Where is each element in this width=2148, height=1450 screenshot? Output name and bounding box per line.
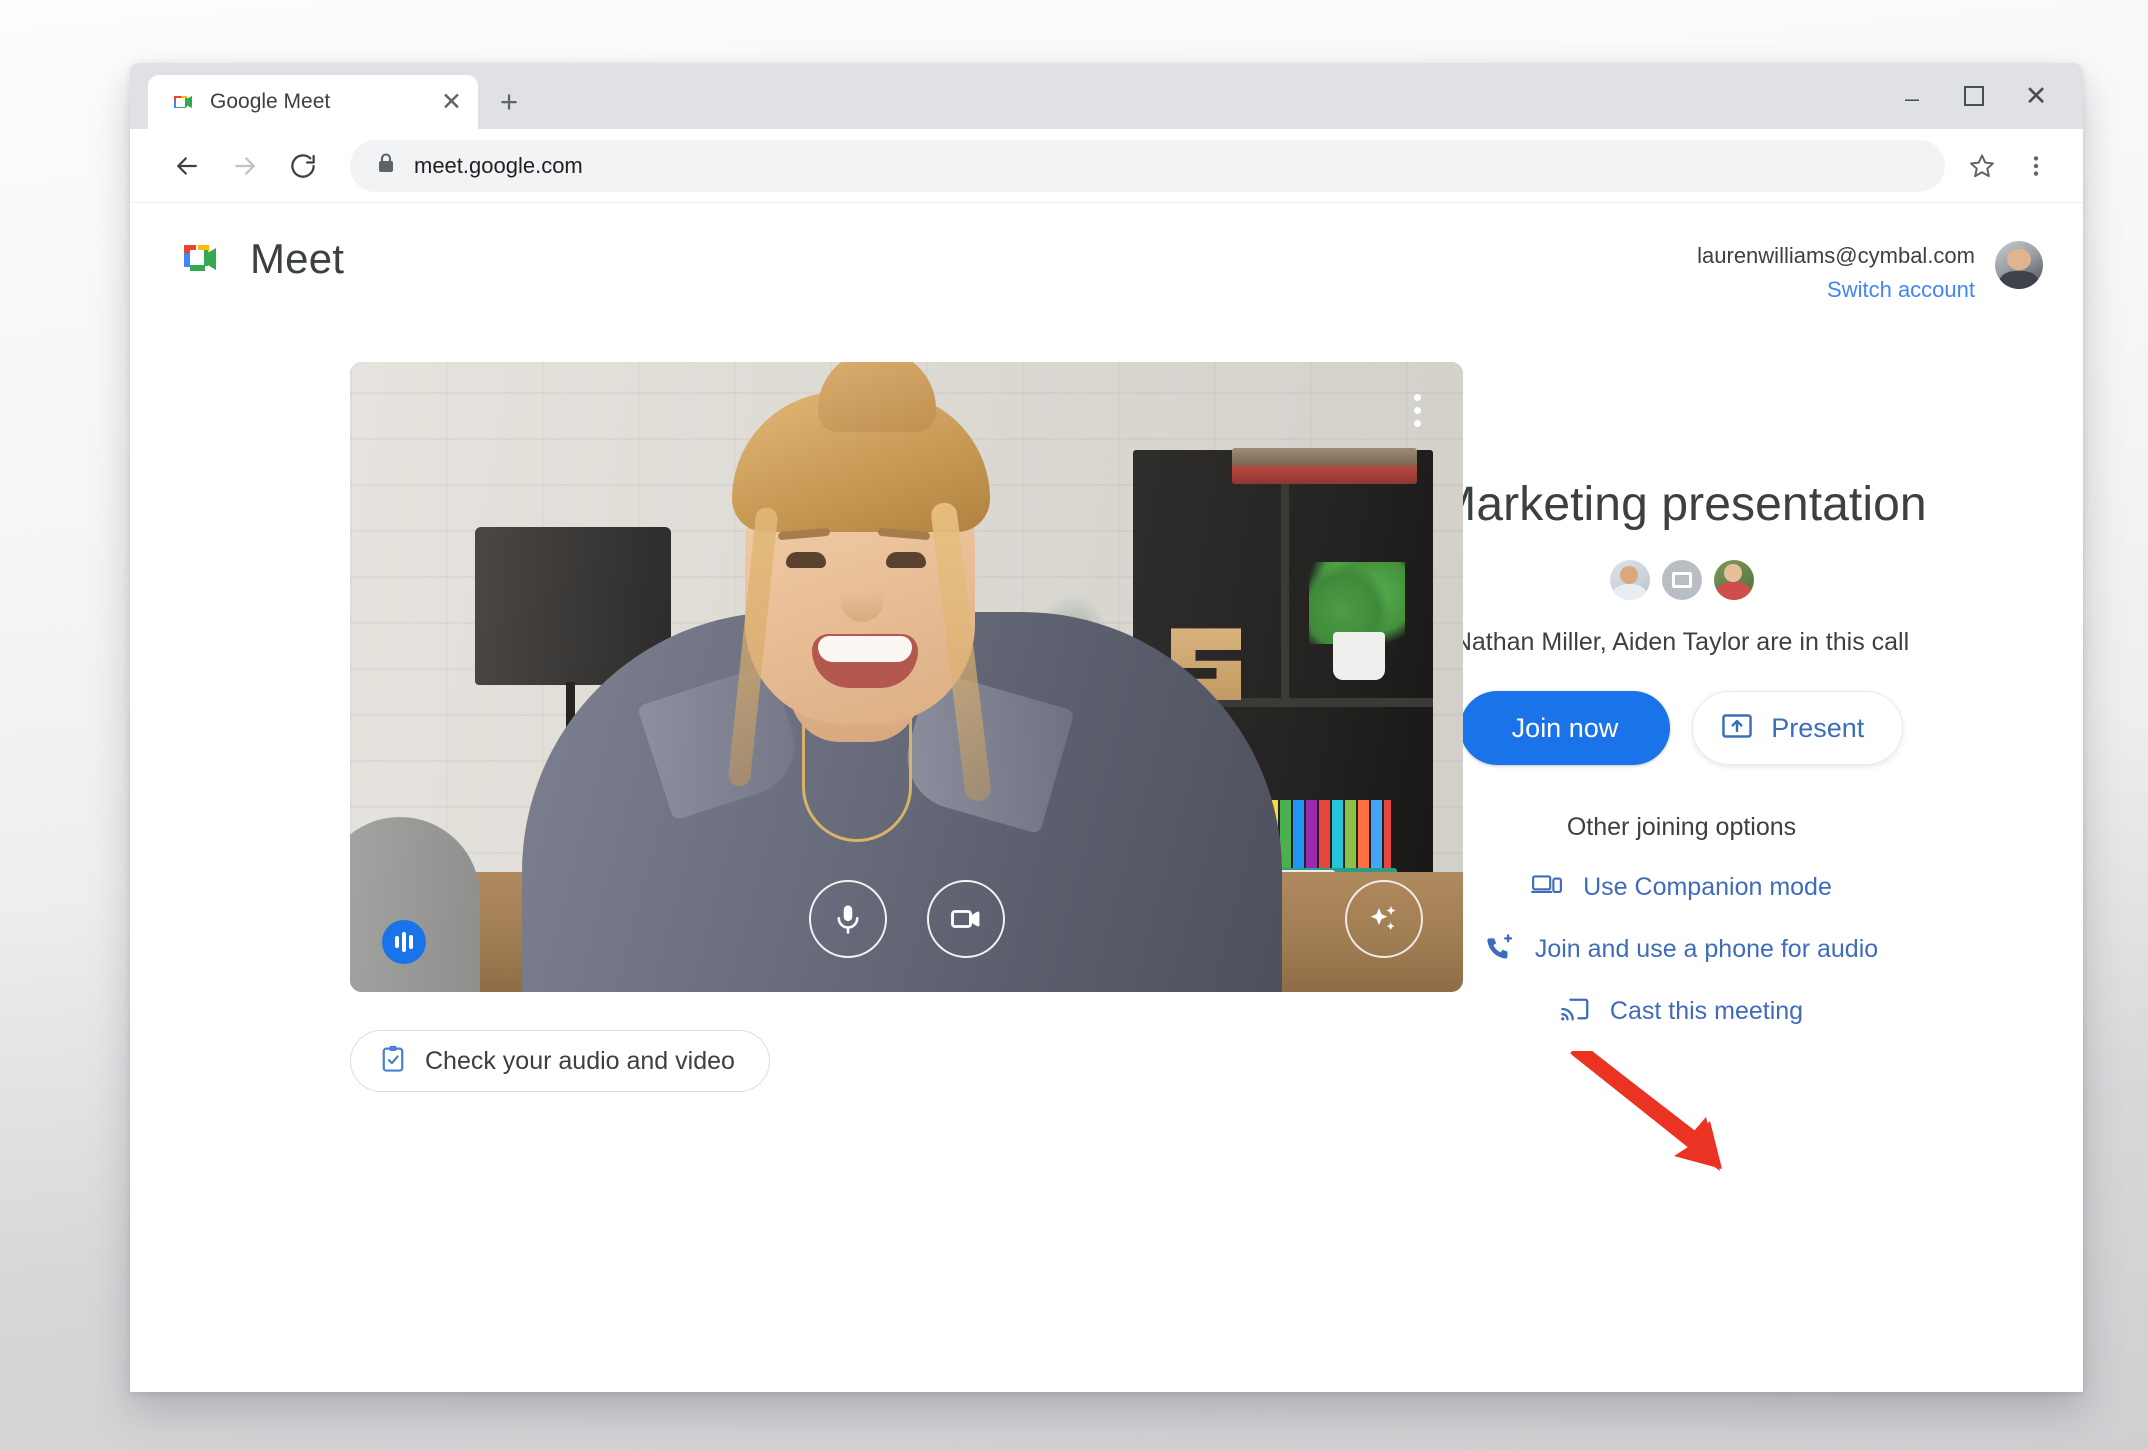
cast-icon xyxy=(1560,996,1590,1027)
forward-arrow-icon[interactable] xyxy=(216,137,274,195)
camera-toggle-button[interactable] xyxy=(926,880,1005,959)
reload-icon[interactable] xyxy=(274,137,332,195)
sparkle-effects-button[interactable] xyxy=(1345,880,1423,959)
url-text: meet.google.com xyxy=(414,152,583,178)
brand: Meet xyxy=(180,235,344,283)
account-email: laurenwilliams@cymbal.com xyxy=(1697,243,1975,268)
present-screen-icon xyxy=(1721,712,1753,745)
bookmark-star-icon[interactable] xyxy=(1955,139,2009,193)
present-label: Present xyxy=(1771,712,1865,743)
account-avatar[interactable] xyxy=(1995,241,2043,289)
new-tab-icon[interactable]: + xyxy=(500,86,518,117)
participant-avatar-1 xyxy=(1609,560,1650,601)
google-meet-favicon-icon xyxy=(170,89,196,115)
tab-strip: Google Meet ✕ + _ ✕ xyxy=(130,63,2083,129)
participant-avatar-2 xyxy=(1713,560,1754,601)
clipboard-check-icon xyxy=(379,1044,407,1079)
present-button[interactable]: Present xyxy=(1692,691,1904,766)
window-controls: _ ✕ xyxy=(1881,63,2067,129)
check-audio-video-button[interactable]: Check your audio and video xyxy=(350,1030,770,1093)
google-meet-logo-icon xyxy=(180,239,228,279)
microphone-toggle-button[interactable] xyxy=(808,880,887,959)
presentation-avatar-icon xyxy=(1661,560,1702,601)
maximize-icon[interactable] xyxy=(1943,65,2005,127)
tab-title: Google Meet xyxy=(210,90,331,113)
account-text: laurenwilliams@cymbal.com Switch account xyxy=(1697,241,1975,304)
join-now-button[interactable]: Join now xyxy=(1459,691,1671,766)
lock-icon xyxy=(376,152,396,179)
omnibox[interactable]: meet.google.com xyxy=(350,139,1945,192)
close-window-icon[interactable]: ✕ xyxy=(2005,65,2067,127)
preview-controls xyxy=(808,880,1005,959)
tab-close-icon[interactable]: ✕ xyxy=(441,89,462,115)
address-bar: meet.google.com xyxy=(130,129,2083,203)
option-label: Use Companion mode xyxy=(1583,873,1832,902)
more-vertical-icon[interactable] xyxy=(1408,388,1427,433)
browser-window: Google Meet ✕ + _ ✕ meet.google.com Meet… xyxy=(130,63,2083,1392)
option-label: Join and use a phone for audio xyxy=(1534,935,1879,964)
video-column: Check your audio and video xyxy=(130,362,1463,1093)
minimize-icon[interactable]: _ xyxy=(1881,65,1943,127)
check-audio-video-label: Check your audio and video xyxy=(425,1046,735,1075)
companion-mode-icon xyxy=(1531,872,1563,903)
back-arrow-icon[interactable] xyxy=(158,137,216,195)
meet-prejoin-page: Meet laurenwilliams@cymbal.com Switch ac… xyxy=(130,203,2083,1392)
video-preview[interactable] xyxy=(350,362,1463,993)
brand-name: Meet xyxy=(250,235,345,282)
phone-audio-icon xyxy=(1485,933,1515,966)
browser-tab[interactable]: Google Meet ✕ xyxy=(148,75,478,129)
option-label: Cast this meeting xyxy=(1609,997,1804,1026)
option-cast-meeting[interactable]: Cast this meeting xyxy=(1280,996,2083,1027)
main-content: Check your audio and video Marketing pre… xyxy=(130,304,2083,1093)
switch-account-link[interactable]: Switch account xyxy=(1697,275,1975,305)
account-block: laurenwilliams@cymbal.com Switch account xyxy=(1697,235,2043,304)
meet-header: Meet laurenwilliams@cymbal.com Switch ac… xyxy=(130,203,2083,304)
chrome-menu-icon[interactable] xyxy=(2009,139,2063,193)
